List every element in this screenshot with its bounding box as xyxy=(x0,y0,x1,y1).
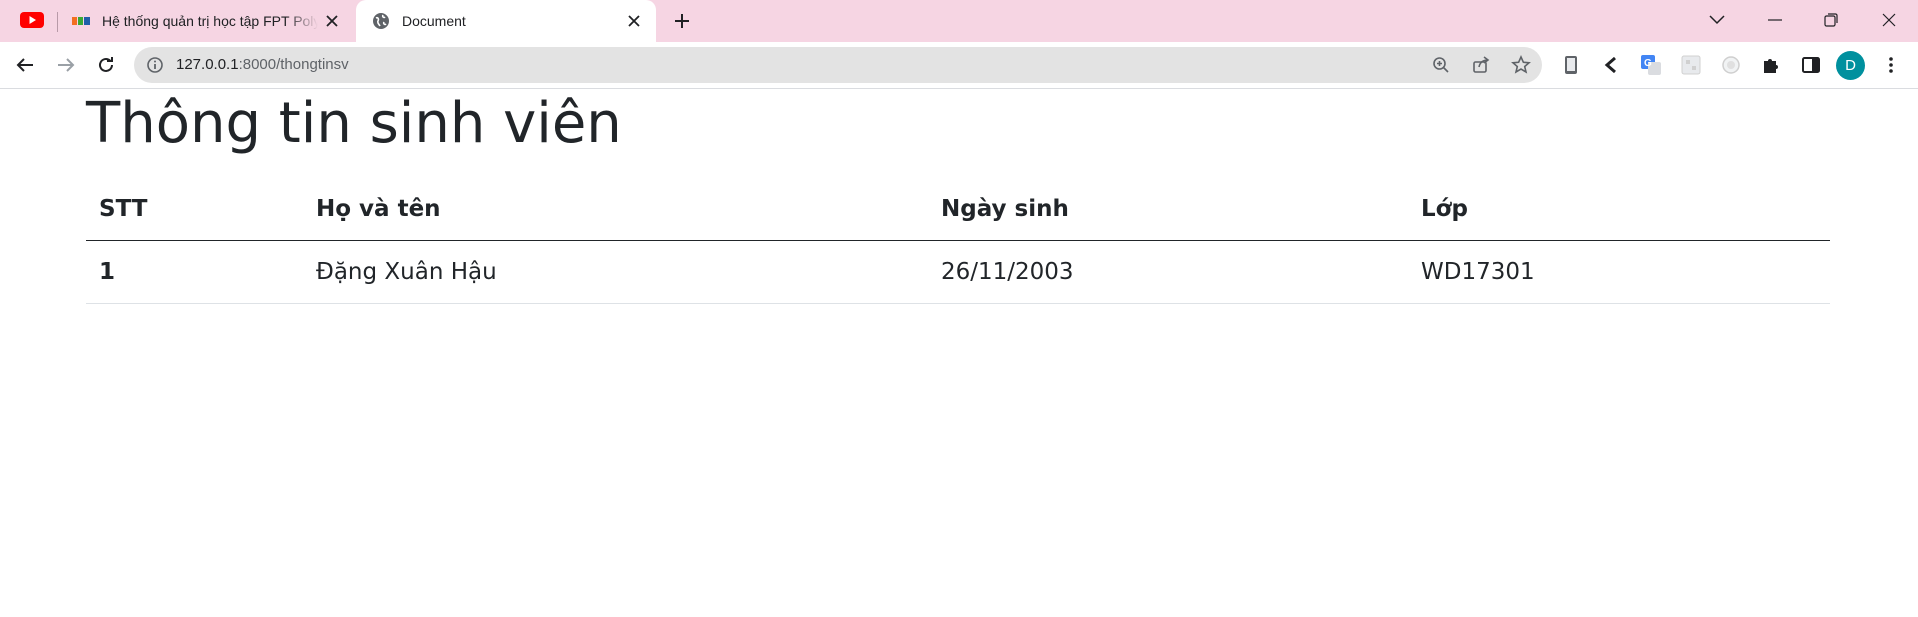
reload-icon[interactable] xyxy=(92,51,120,79)
toolbar: 127.0.0.1:8000/thongtinsv G D xyxy=(0,42,1918,89)
cell-stt: 1 xyxy=(86,240,303,304)
student-table: STT Họ và tên Ngày sinh Lớp 1 Đặng Xuân … xyxy=(86,178,1830,304)
tab-title: Document xyxy=(402,13,466,29)
tab-fpt[interactable]: Hệ thống quản trị học tập FPT Polytechni… xyxy=(62,0,354,42)
tab-search-chevron-icon[interactable] xyxy=(1694,0,1740,40)
extension-chevron-icon[interactable] xyxy=(1600,54,1622,76)
browser-window: Hệ thống quản trị học tập FPT Polytechni… xyxy=(0,0,1918,89)
tab-title: Hệ thống quản trị học tập FPT Polytechni… xyxy=(102,13,318,29)
globe-icon xyxy=(372,12,390,30)
table-header-row: STT Họ và tên Ngày sinh Lớp xyxy=(86,178,1830,241)
youtube-pinned-tab-icon[interactable] xyxy=(20,11,44,29)
tab-separator xyxy=(57,12,58,32)
google-translate-icon[interactable]: G xyxy=(1640,54,1662,76)
profile-avatar[interactable]: D xyxy=(1836,51,1865,80)
restore-icon[interactable] xyxy=(1808,0,1854,40)
zoom-icon[interactable] xyxy=(1430,54,1452,76)
cell-birthdate: 26/11/2003 xyxy=(928,240,1408,304)
column-header-name: Họ và tên xyxy=(303,178,928,241)
address-bar[interactable]: 127.0.0.1:8000/thongtinsv xyxy=(134,47,1542,83)
extension-grid-icon[interactable] xyxy=(1680,54,1702,76)
fpt-logo-icon xyxy=(72,12,90,30)
new-tab-plus-icon[interactable] xyxy=(668,7,696,35)
cell-class: WD17301 xyxy=(1408,240,1830,304)
back-arrow-icon[interactable] xyxy=(11,51,39,79)
minimize-icon[interactable] xyxy=(1752,0,1798,40)
side-panel-icon[interactable] xyxy=(1800,54,1822,76)
table-row: 1 Đặng Xuân Hậu 26/11/2003 WD17301 xyxy=(86,240,1830,304)
tab-close-icon[interactable] xyxy=(620,7,648,35)
svg-text:G: G xyxy=(1644,58,1652,69)
page-content: Thông tin sinh viên STT Họ và tên Ngày s… xyxy=(0,89,1918,617)
url-path: :8000/thongtinsv xyxy=(238,56,349,73)
forward-arrow-icon[interactable] xyxy=(52,51,80,79)
kebab-menu-icon[interactable] xyxy=(1880,54,1902,76)
close-window-icon[interactable] xyxy=(1866,0,1912,40)
column-header-birthdate: Ngày sinh xyxy=(928,178,1408,241)
url-text[interactable]: 127.0.0.1:8000/thongtinsv xyxy=(176,56,349,73)
tab-close-icon[interactable] xyxy=(318,7,346,35)
tab-strip: Hệ thống quản trị học tập FPT Polytechni… xyxy=(0,0,1918,42)
tab-document[interactable]: Document xyxy=(356,0,656,42)
site-info-icon[interactable] xyxy=(146,56,164,74)
url-host: 127.0.0.1 xyxy=(176,56,239,73)
puzzle-extensions-icon[interactable] xyxy=(1760,54,1782,76)
extension-circle-icon[interactable] xyxy=(1720,54,1742,76)
star-bookmark-icon[interactable] xyxy=(1510,54,1532,76)
column-header-class: Lớp xyxy=(1408,178,1830,241)
share-icon[interactable] xyxy=(1470,54,1492,76)
column-header-stt: STT xyxy=(86,178,303,241)
page-title: Thông tin sinh viên xyxy=(86,91,622,156)
cell-name: Đặng Xuân Hậu xyxy=(303,240,928,304)
extension-phone-icon[interactable] xyxy=(1560,54,1582,76)
